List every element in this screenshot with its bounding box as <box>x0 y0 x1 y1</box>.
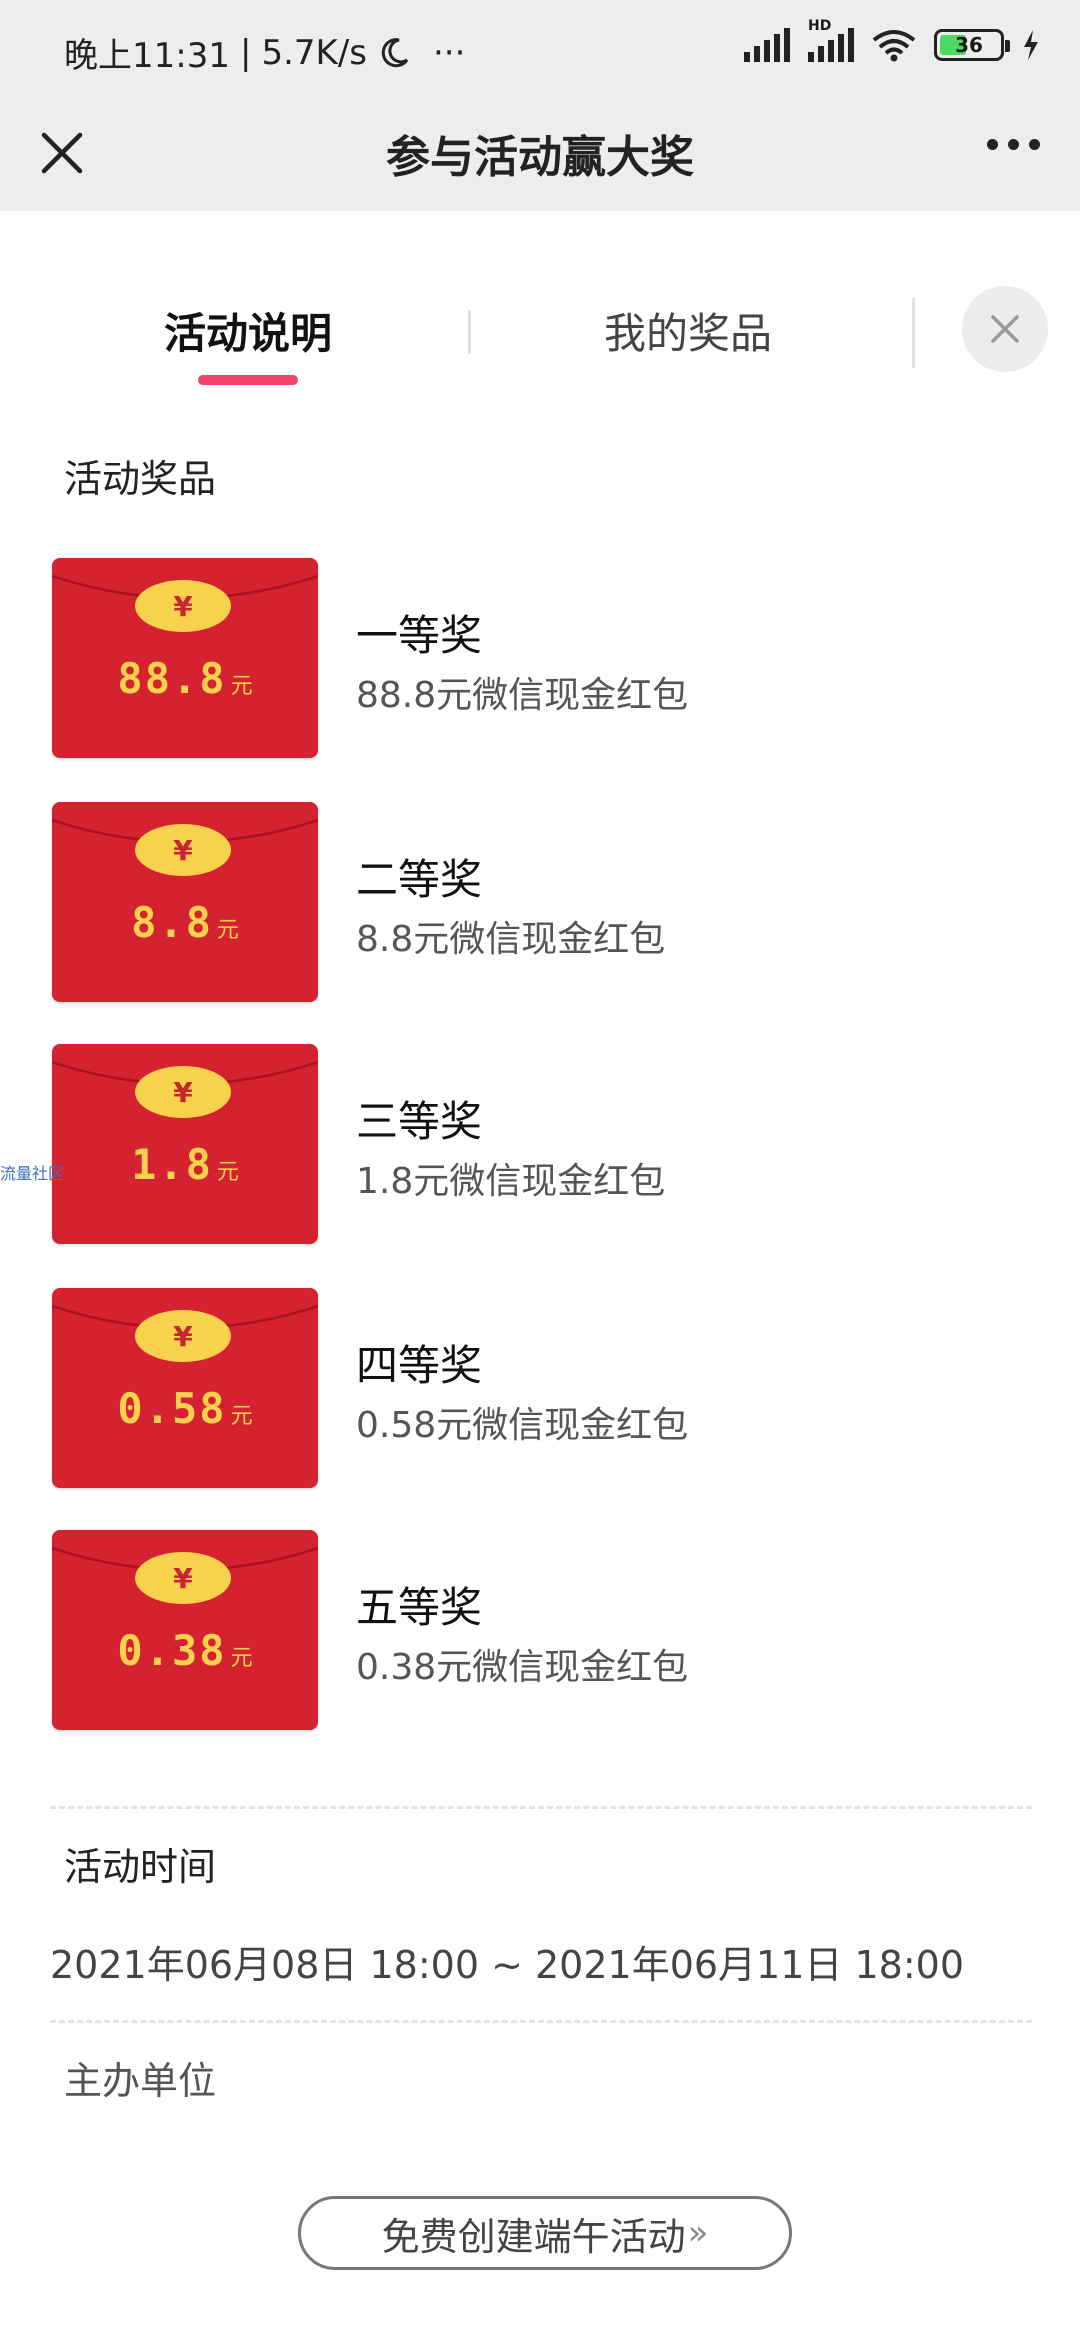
prize-item: ¥1.8 元三等奖 1.8元微信现金红包 <box>52 1044 1052 1244</box>
prize-rank: 五等奖 <box>356 1583 483 1632</box>
yuan-coin-icon: ¥ <box>135 1310 231 1362</box>
yuan-coin-icon: ¥ <box>135 1066 231 1118</box>
tab-divider <box>912 298 915 368</box>
panel-close-button[interactable] <box>962 286 1048 372</box>
prize-item: ¥0.38 元五等奖 0.38元微信现金红包 <box>52 1530 1052 1730</box>
double-chevron-right-icon: » <box>687 2213 709 2253</box>
envelope-amount-value: 8.8 <box>131 898 213 947</box>
signal-icon <box>744 28 790 62</box>
section-title-organizer-text: 主办单位 <box>64 2059 217 2103</box>
wifi-icon <box>872 30 916 62</box>
prize-item: ¥0.58 元四等奖 0.58元微信现金红包 <box>52 1288 1052 1488</box>
prize-description: 8.8元微信现金红包 <box>356 919 666 960</box>
prize-description: 88.8元微信现金红包 <box>356 675 689 716</box>
divider <box>50 1806 1032 1809</box>
envelope-amount: 0.58 元 <box>52 1384 318 1433</box>
section-title-time-text: 活动时间 <box>64 1845 217 1889</box>
red-envelope-image: ¥0.58 元 <box>52 1288 318 1488</box>
clock: 晚上11:31 <box>64 36 230 76</box>
active-tab-indicator <box>198 375 298 385</box>
prize-description: 0.58元微信现金红包 <box>356 1405 689 1446</box>
section-title-prizes-text: 活动奖品 <box>64 457 217 501</box>
red-envelope-image: ¥1.8 元 <box>52 1044 318 1244</box>
envelope-amount: 1.8 元 <box>52 1140 318 1189</box>
network-speed: 5.7K/s <box>261 32 367 73</box>
envelope-amount-unit: 元 <box>230 1646 253 1671</box>
envelope-amount: 8.8 元 <box>52 898 318 947</box>
hd-label: HD <box>808 18 832 34</box>
prize-item: ¥88.8 元一等奖 88.8元微信现金红包 <box>52 558 1052 758</box>
envelope-amount-unit: 元 <box>216 1160 239 1185</box>
envelope-amount-unit: 元 <box>230 674 253 699</box>
coin-symbol: ¥ <box>173 833 193 867</box>
status-bar: 晚上11:31 | 5.7K/s ··· HD 36 <box>0 0 1080 95</box>
envelope-amount: 0.38 元 <box>52 1626 318 1675</box>
create-activity-button[interactable]: 免费创建端午活动 » <box>298 2196 792 2270</box>
status-bar-left: 晚上11:31 | 5.7K/s ··· <box>64 28 465 77</box>
prize-rank: 二等奖 <box>356 855 483 904</box>
divider <box>50 2020 1032 2023</box>
prize-description: 1.8元微信现金红包 <box>356 1161 666 1202</box>
status-bar-right: HD 36 <box>744 18 1040 62</box>
create-activity-label: 免费创建端午活动 <box>381 2214 686 2259</box>
close-icon <box>991 315 1019 343</box>
section-title-prizes: 活动奖品 <box>50 448 231 517</box>
envelope-amount-value: 0.58 <box>117 1384 227 1433</box>
activity-time-range: 2021年06月08日 18:00 ~ 2021年06月11日 18:00 <box>50 1943 965 1987</box>
hd-signal-icon: HD <box>808 18 854 62</box>
coin-symbol: ¥ <box>173 589 193 623</box>
envelope-amount: 88.8 元 <box>52 654 318 703</box>
coin-symbol: ¥ <box>173 1075 193 1109</box>
charging-icon <box>1024 30 1038 60</box>
yuan-coin-icon: ¥ <box>135 580 231 632</box>
watermark: 流量社区 <box>0 1164 65 1183</box>
section-title-time: 活动时间 <box>50 1836 231 1905</box>
red-envelope-image: ¥8.8 元 <box>52 802 318 1002</box>
battery-level: 36 <box>955 33 983 57</box>
red-envelope-image: ¥88.8 元 <box>52 558 318 758</box>
title-bar: 参与活动赢大奖 <box>0 95 1080 211</box>
moon-icon <box>381 37 409 67</box>
status-separator: | <box>239 32 252 73</box>
prize-item: ¥8.8 元二等奖 8.8元微信现金红包 <box>52 802 1052 1002</box>
coin-symbol: ¥ <box>173 1561 193 1595</box>
more-options-icon[interactable] <box>987 139 1040 150</box>
envelope-amount-value: 88.8 <box>117 654 227 703</box>
prize-rank: 四等奖 <box>356 1341 483 1390</box>
envelope-amount-unit: 元 <box>216 918 239 943</box>
battery-icon: 36 <box>934 29 1010 61</box>
yuan-coin-icon: ¥ <box>135 1552 231 1604</box>
prize-rank: 一等奖 <box>356 611 483 660</box>
tab-bar: 活动说明 我的奖品 <box>0 270 1080 400</box>
prize-description: 0.38元微信现金红包 <box>356 1647 689 1688</box>
coin-symbol: ¥ <box>173 1319 193 1353</box>
tab-divider <box>468 310 471 354</box>
page-title: 参与活动赢大奖 <box>386 132 694 183</box>
tab-my-prizes[interactable]: 我的奖品 <box>604 300 772 361</box>
prize-rank: 三等奖 <box>356 1097 483 1146</box>
envelope-amount-unit: 元 <box>230 1404 253 1429</box>
section-title-organizer: 主办单位 <box>50 2050 231 2119</box>
envelope-amount-value: 0.38 <box>117 1626 227 1675</box>
red-envelope-image: ¥0.38 元 <box>52 1530 318 1730</box>
tab-activity-description[interactable]: 活动说明 <box>164 300 332 361</box>
notification-more: ··· <box>433 32 466 73</box>
yuan-coin-icon: ¥ <box>135 824 231 876</box>
envelope-amount-value: 1.8 <box>131 1140 213 1189</box>
